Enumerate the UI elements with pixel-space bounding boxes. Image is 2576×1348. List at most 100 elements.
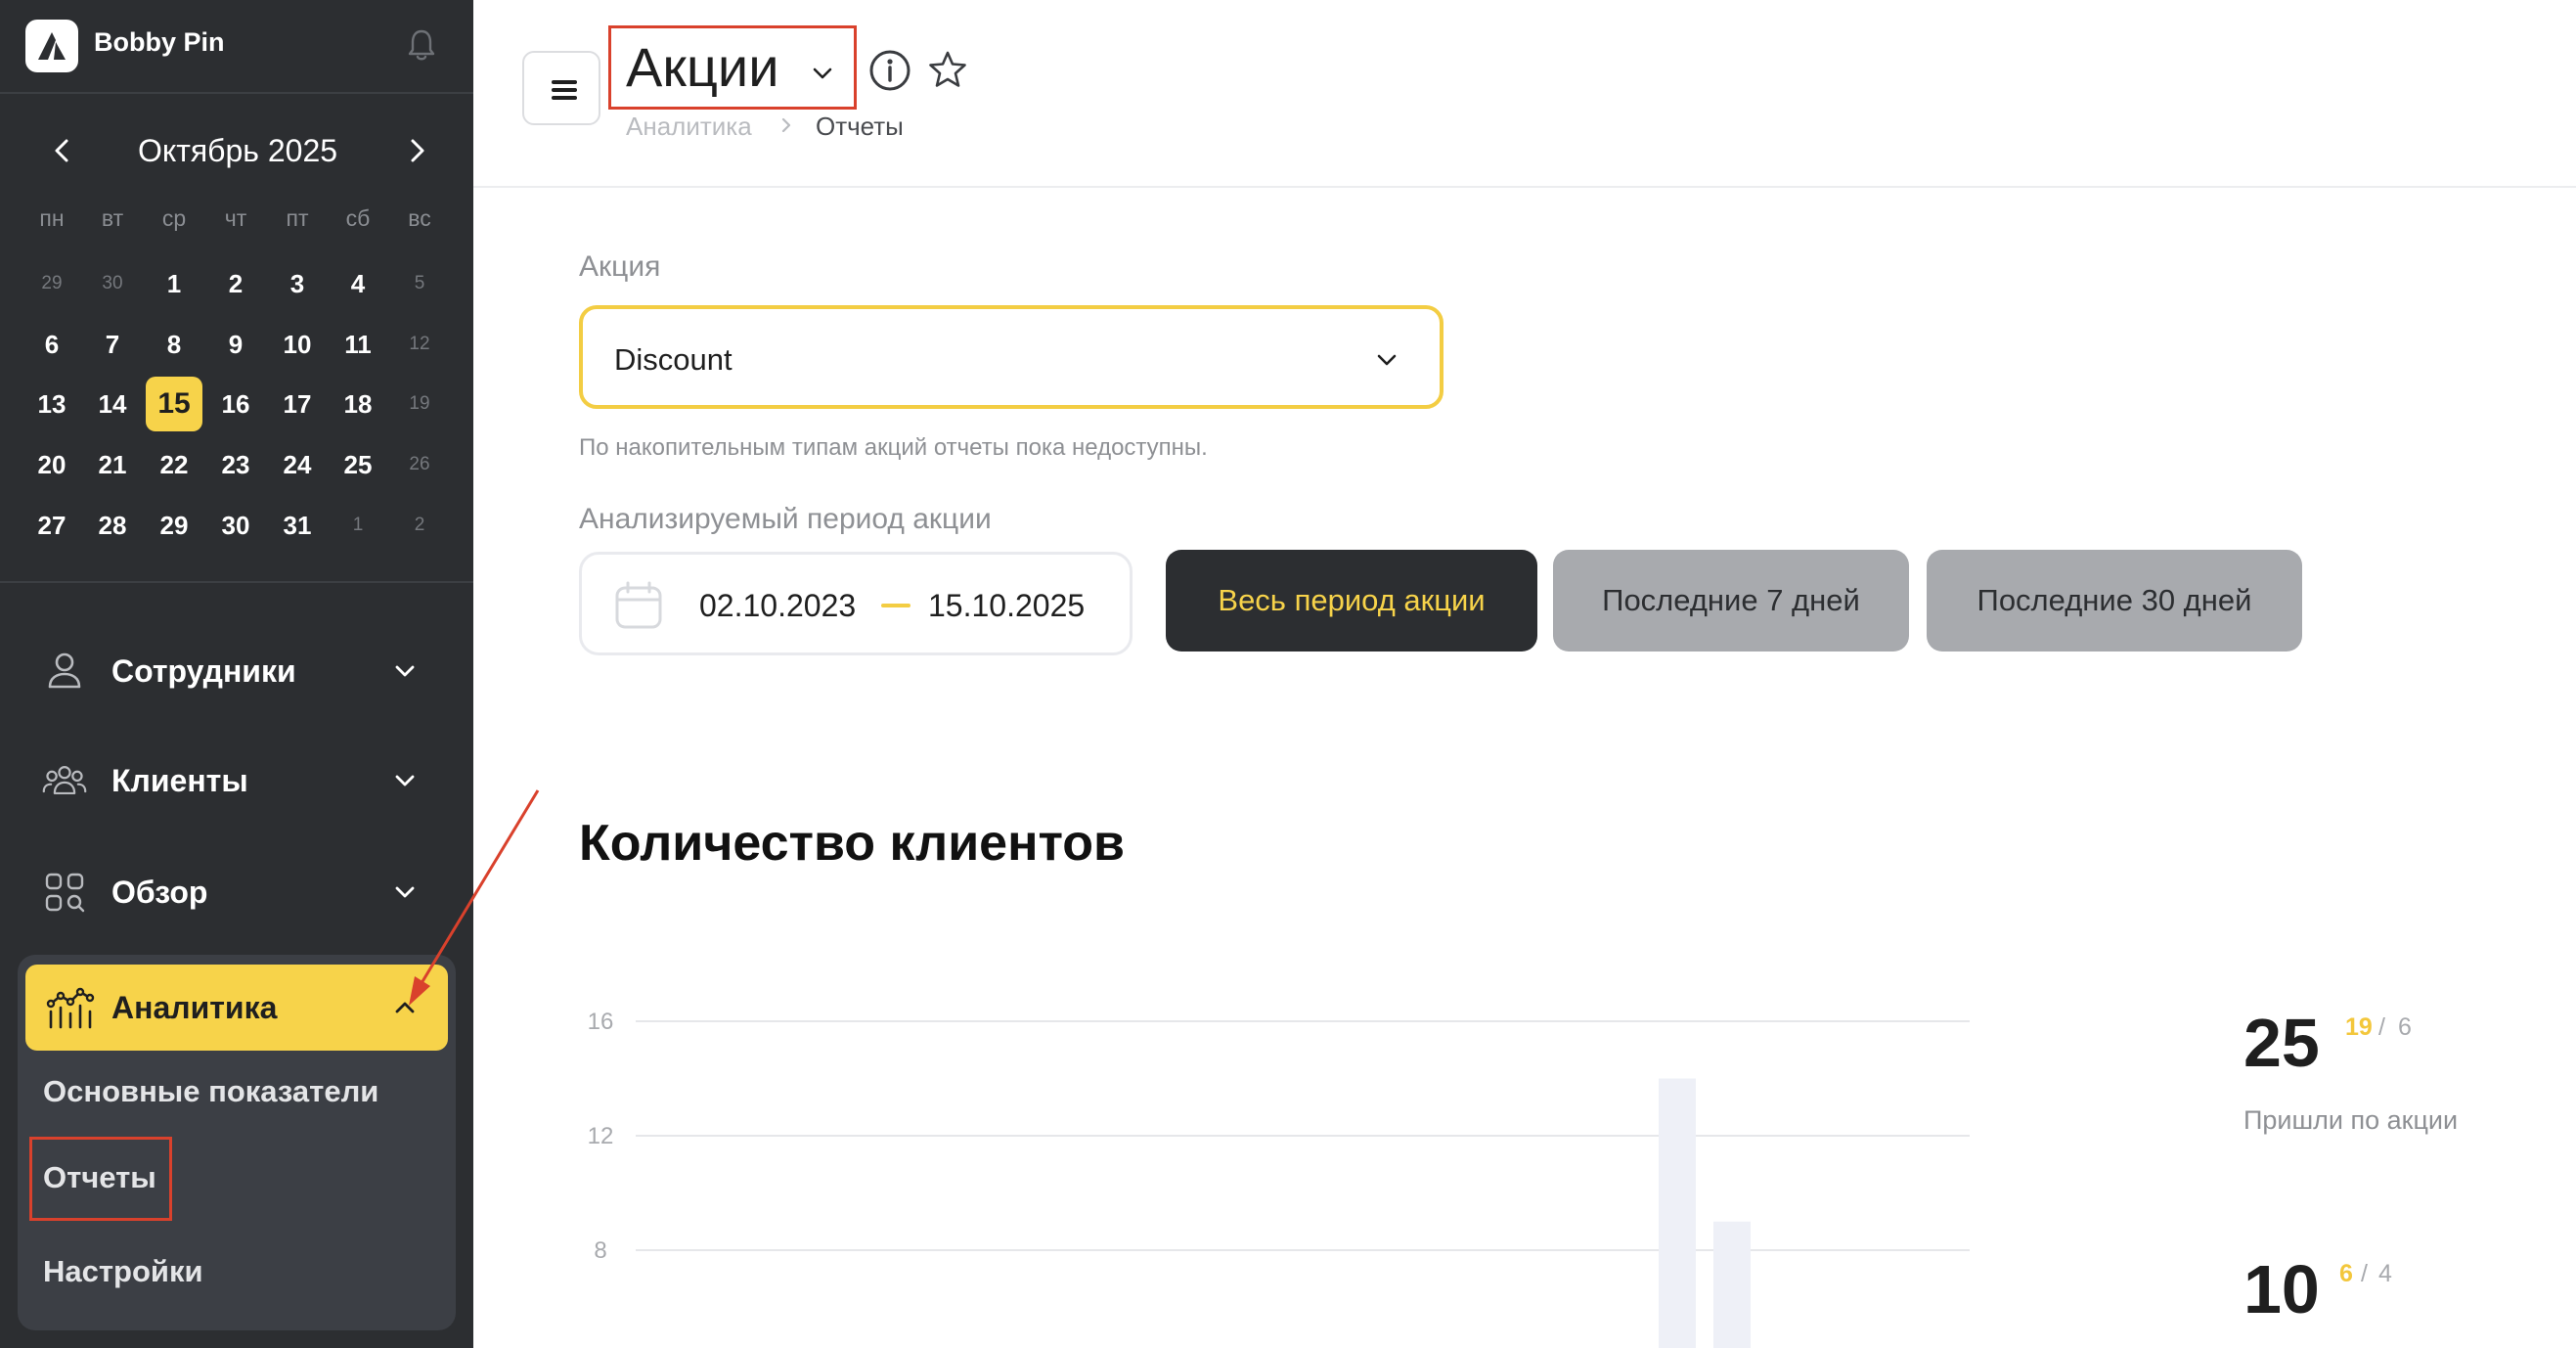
chevron-right-icon[interactable] <box>397 131 436 170</box>
reports-highlight-box <box>29 1137 172 1221</box>
promo-select-value: Discount <box>614 342 733 377</box>
stat-total-b: 6 <box>2398 1013 2412 1041</box>
bar-total <box>1659 1078 1696 1348</box>
weekday-label: ср <box>161 205 187 231</box>
calendar-day[interactable]: 2 <box>207 256 264 311</box>
calendar-day[interactable]: 4 <box>330 256 386 311</box>
calendar-day[interactable]: 8 <box>146 317 202 372</box>
y-tick-label: 8 <box>594 1237 606 1264</box>
bar-total <box>1713 1221 1751 1348</box>
stat-total-separator: / <box>2378 1013 2385 1041</box>
app-logo[interactable] <box>25 20 78 72</box>
date-range-picker[interactable]: 02.10.2023 15.10.2025 <box>579 552 1133 655</box>
calendar-day[interactable]: 31 <box>269 498 326 553</box>
title-highlight-box <box>608 25 857 110</box>
sidebar-item-employees[interactable]: Сотрудники <box>25 626 448 714</box>
people-icon <box>42 766 87 795</box>
brand-name: Bobby Pin <box>94 27 225 57</box>
calendar-day[interactable]: 25 <box>330 437 386 492</box>
sidebar-item-label: Сотрудники <box>111 653 296 689</box>
calendar-day[interactable]: 21 <box>84 437 141 492</box>
calendar-day[interactable]: 30 <box>84 256 141 311</box>
date-to: 15.10.2025 <box>928 588 1086 623</box>
calendar-day[interactable]: 22 <box>146 437 202 492</box>
period-30-days-button[interactable]: Последние 30 дней <box>1927 550 2302 652</box>
sidebar-item-analytics[interactable]: Аналитика <box>25 965 448 1051</box>
calendar-day[interactable]: 16 <box>207 377 264 431</box>
clients-bar-chart: 16 12 8 <box>588 1009 1970 1348</box>
sidebar-item-label: Клиенты <box>111 763 248 798</box>
period-7-days-button[interactable]: Последние 7 дней <box>1553 550 1909 652</box>
calendar-day[interactable]: 11 <box>330 317 386 372</box>
calendar-day[interactable]: 2 <box>391 498 448 553</box>
calendar-day[interactable]: 29 <box>23 256 80 311</box>
weekday-label: сб <box>345 205 371 231</box>
chevron-right-icon <box>781 117 791 133</box>
calendar-day[interactable]: 23 <box>207 437 264 492</box>
star-icon[interactable] <box>927 49 968 90</box>
calendar-icon <box>615 581 662 629</box>
calendar-day[interactable]: 26 <box>391 437 448 492</box>
calendar-day[interactable]: 27 <box>23 498 80 553</box>
calendar-day[interactable]: 28 <box>84 498 141 553</box>
menu-toggle-button[interactable] <box>522 51 600 125</box>
calendar-day[interactable]: 5 <box>391 256 448 311</box>
promo-label: Акция <box>579 250 661 283</box>
breadcrumb-analytics[interactable]: Аналитика <box>626 112 752 142</box>
sidebar-item-overview[interactable]: Обзор <box>25 847 448 935</box>
info-icon[interactable] <box>868 49 911 92</box>
date-from: 02.10.2023 <box>699 588 857 623</box>
section-title: Количество клиентов <box>579 815 1126 872</box>
sidebar-item-label: Обзор <box>111 875 208 910</box>
y-tick-label: 12 <box>588 1123 614 1149</box>
sidebar-header: Bobby Pin <box>0 0 473 94</box>
stat-second-separator: / <box>2361 1260 2368 1287</box>
calendar-day[interactable]: 10 <box>269 317 326 372</box>
calendar-day[interactable]: 17 <box>269 377 326 431</box>
mini-calendar: Октябрь 2025 пн вт ср чт пт сб вс 29 30 1 2 3 4 5 6 7 8 9… <box>0 96 473 583</box>
chevron-down-icon <box>395 665 415 677</box>
stat-total-a: 19 <box>2345 1013 2373 1041</box>
date-separator <box>881 604 910 607</box>
weekday-label: пн <box>39 205 65 231</box>
calendar-day[interactable]: 9 <box>207 317 264 372</box>
calendar-day[interactable]: 29 <box>146 498 202 553</box>
weekday-label: вт <box>101 205 124 231</box>
calendar-day[interactable]: 7 <box>84 317 141 372</box>
calendar-day[interactable]: 1 <box>146 256 202 311</box>
stat-second-b: 4 <box>2378 1260 2392 1287</box>
person-icon <box>48 652 81 689</box>
calendar-day[interactable]: 20 <box>23 437 80 492</box>
calendar-day[interactable]: 12 <box>391 317 448 372</box>
calendar-day[interactable]: 13 <box>23 377 80 431</box>
weekday-label: вс <box>408 205 431 231</box>
sidebar-item-clients[interactable]: Клиенты <box>25 736 448 824</box>
weekday-label: чт <box>224 205 247 231</box>
calendar-day[interactable]: 15 <box>146 377 202 431</box>
chevron-down-icon <box>1377 354 1397 366</box>
chevron-left-icon[interactable] <box>43 131 82 170</box>
period-all-button[interactable]: Весь период акции <box>1166 550 1537 652</box>
annotation-arrow <box>409 789 540 1006</box>
promo-select[interactable]: Discount <box>579 305 1443 409</box>
calendar-day[interactable]: 19 <box>391 377 448 431</box>
bell-icon[interactable] <box>405 27 438 63</box>
sidebar-subitem-settings[interactable]: Настройки <box>43 1254 203 1289</box>
breadcrumb-reports: Отчеты <box>816 112 904 141</box>
promo-hint: По накопительным типам акций отчеты пока… <box>579 434 1208 461</box>
y-tick-label: 16 <box>588 1009 614 1035</box>
analytics-chart-icon <box>46 987 95 1029</box>
calendar-day[interactable]: 30 <box>207 498 264 553</box>
calendar-day[interactable]: 1 <box>330 498 386 553</box>
sidebar-subitem-main-indicators[interactable]: Основные показатели <box>43 1074 378 1109</box>
weekday-label: пт <box>286 205 309 231</box>
calendar-month-title: Октябрь 2025 <box>137 133 338 168</box>
calendar-day[interactable]: 18 <box>330 377 386 431</box>
sidebar-item-label: Аналитика <box>111 990 278 1025</box>
stat-second-value: 10 <box>2243 1251 2320 1327</box>
calendar-day[interactable]: 3 <box>269 256 326 311</box>
calendar-day[interactable]: 14 <box>84 377 141 431</box>
calendar-day[interactable]: 24 <box>269 437 326 492</box>
period-label: Анализируемый период акции <box>579 503 992 535</box>
calendar-day[interactable]: 6 <box>23 317 80 372</box>
